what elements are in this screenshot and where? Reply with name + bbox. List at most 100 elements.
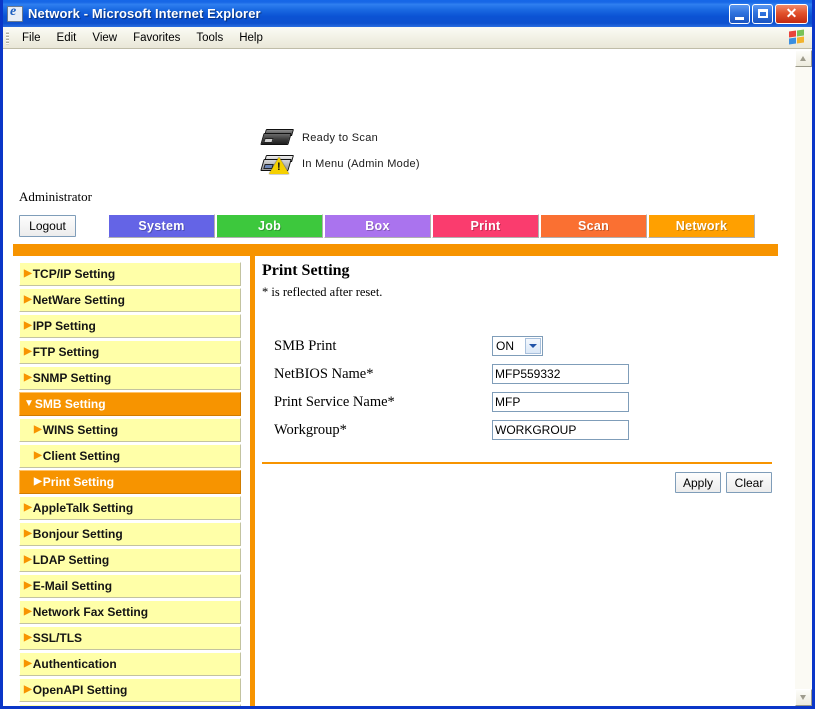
smb-print-value: ON [496, 339, 514, 353]
triangle-right-icon: ▶ [24, 684, 32, 695]
scroll-up-button[interactable] [795, 50, 812, 67]
form-divider [262, 462, 772, 464]
chevron-down-icon[interactable] [525, 338, 541, 354]
tab-label: Scan [577, 219, 610, 233]
menu-item-file[interactable]: File [14, 30, 49, 46]
scroll-down-button[interactable] [795, 689, 812, 706]
window-controls: ✕ [729, 3, 810, 24]
close-button[interactable]: ✕ [775, 3, 808, 24]
sidebar-item-label: FTP Setting [32, 345, 100, 359]
web-page: Ready to Scan In Menu (Admin Mode) Admin… [3, 50, 794, 706]
triangle-right-icon: ▶ [24, 372, 32, 383]
tab-label: Box [365, 219, 390, 233]
scanner-warning-icon [260, 154, 295, 174]
triangle-right-icon: ▶ [34, 476, 42, 487]
triangle-down-icon: ▼ [24, 398, 34, 409]
browser-window: Network - Microsoft Internet Explorer ✕ … [0, 0, 815, 709]
tab-system[interactable]: System [108, 214, 215, 238]
status-label-ready: Ready to Scan [302, 132, 379, 144]
sidebar-item-network-fax-setting[interactable]: ▶ Network Fax Setting [19, 600, 241, 624]
page-title: Print Setting [262, 262, 350, 279]
sidebar-item-label: SSL/TLS [32, 631, 83, 645]
triangle-right-icon: ▶ [24, 580, 32, 591]
form-row-smb-print: SMB Print ON [262, 332, 774, 360]
minimize-button[interactable] [729, 3, 750, 24]
tab-box[interactable]: Box [324, 214, 431, 238]
sidebar-item-snmp-setting[interactable]: ▶ SNMP Setting [19, 366, 241, 390]
scanner-icon [260, 128, 295, 148]
sidebar-item-label: LDAP Setting [32, 553, 110, 567]
maximize-button[interactable] [752, 3, 773, 24]
triangle-right-icon: ▶ [34, 450, 42, 461]
sidebar-item-label: AppleTalk Setting [32, 501, 134, 515]
triangle-right-icon: ▶ [24, 632, 32, 643]
menu-item-edit[interactable]: Edit [49, 30, 85, 46]
triangle-right-icon: ▶ [24, 268, 32, 279]
label-netbios-name: NetBIOS Name* [274, 365, 374, 382]
netbios-name-input[interactable] [492, 364, 629, 384]
account-user-label: Administrator [19, 189, 92, 204]
sidebar-item-label: TCP/IP Setting [32, 267, 116, 281]
menu-item-favorites[interactable]: Favorites [125, 30, 188, 46]
sidebar-item-authentication[interactable]: ▶ Authentication [19, 652, 241, 676]
ie-document-icon [7, 4, 23, 22]
menu-item-view[interactable]: View [84, 30, 125, 46]
sidebar-item-ldap-setting[interactable]: ▶ LDAP Setting [19, 548, 241, 572]
triangle-right-icon: ▶ [24, 502, 32, 513]
sidebar-item-label: Authentication [32, 657, 117, 671]
main-nav-tabs: System Job Box Print Scan Network [108, 214, 755, 238]
sidebar-item-wins-setting[interactable]: ▶ WINS Setting [19, 418, 241, 442]
label-smb-print: SMB Print [274, 337, 337, 354]
form-actions: Apply Clear [262, 472, 772, 493]
clear-button[interactable]: Clear [726, 472, 772, 493]
status-row-ready: Ready to Scan [260, 126, 420, 150]
sidebar-item-tcp-ip-setting[interactable]: ▶ TCP/IP Setting [19, 262, 241, 286]
print-setting-form: SMB Print ON NetBIOS Name* Print Service… [262, 332, 774, 493]
logout-button[interactable]: Logout [19, 215, 76, 237]
sidebar-item-appletalk-setting[interactable]: ▶ AppleTalk Setting [19, 496, 241, 520]
tab-job[interactable]: Job [216, 214, 323, 238]
sidebar-item-label: OpenAPI Setting [32, 683, 128, 697]
tab-print[interactable]: Print [432, 214, 539, 238]
print-service-name-input[interactable] [492, 392, 629, 412]
sidebar-item-e-mail-setting[interactable]: ▶ E-Mail Setting [19, 574, 241, 598]
status-row-admin: In Menu (Admin Mode) [260, 152, 420, 176]
apply-button[interactable]: Apply [674, 472, 721, 493]
sidebar-item-ipp-setting[interactable]: ▶ IPP Setting [19, 314, 241, 338]
smb-print-select[interactable]: ON [492, 336, 543, 356]
sidebar-item-label: SMB Setting [34, 397, 106, 411]
sidebar-item-ssl-tls[interactable]: ▶ SSL/TLS [19, 626, 241, 650]
tab-label: System [138, 219, 185, 233]
sidebar-item-label: IPP Setting [32, 319, 96, 333]
menu-bar: File Edit View Favorites Tools Help [3, 27, 812, 49]
tab-network[interactable]: Network [648, 214, 755, 238]
sidebar-item-bonjour-setting[interactable]: ▶ Bonjour Setting [19, 522, 241, 546]
vertical-scrollbar[interactable] [794, 50, 812, 706]
close-icon: ✕ [785, 4, 798, 21]
sidebar-item-tcp-socket-setting[interactable]: ▶TCP Socket Setting [19, 704, 241, 706]
sidebar-item-label: SNMP Setting [32, 371, 112, 385]
scrollbar-track[interactable] [795, 67, 812, 689]
sidebar-menu: ▶ TCP/IP Setting ▶ NetWare Setting ▶ IPP Sett… [19, 262, 241, 706]
menu-item-tools[interactable]: Tools [188, 30, 231, 46]
tab-label: Job [257, 219, 282, 233]
triangle-right-icon: ▶ [24, 658, 32, 669]
workgroup-input[interactable] [492, 420, 629, 440]
sidebar-item-client-setting[interactable]: ▶ Client Setting [19, 444, 241, 468]
sidebar-item-print-setting[interactable]: ▶ Print Setting [19, 470, 241, 494]
windows-flag-icon [789, 29, 806, 45]
menu-item-help[interactable]: Help [231, 30, 271, 46]
sidebar-item-label: Bonjour Setting [32, 527, 123, 541]
sidebar-item-openapi-setting[interactable]: ▶ OpenAPI Setting [19, 678, 241, 702]
menu-grip-handle[interactable] [6, 30, 9, 45]
tab-scan[interactable]: Scan [540, 214, 647, 238]
sidebar-item-smb-setting[interactable]: ▼ SMB Setting [19, 392, 241, 416]
title-bar: Network - Microsoft Internet Explorer ✕ [3, 0, 812, 27]
form-row-workgroup: Workgroup* [262, 416, 774, 444]
sidebar-item-label: Client Setting [42, 449, 121, 463]
sidebar-item-label: NetWare Setting [32, 293, 125, 307]
sidebar-item-label: Network Fax Setting [32, 605, 149, 619]
sidebar-item-ftp-setting[interactable]: ▶ FTP Setting [19, 340, 241, 364]
triangle-right-icon: ▶ [24, 294, 32, 305]
sidebar-item-netware-setting[interactable]: ▶ NetWare Setting [19, 288, 241, 312]
